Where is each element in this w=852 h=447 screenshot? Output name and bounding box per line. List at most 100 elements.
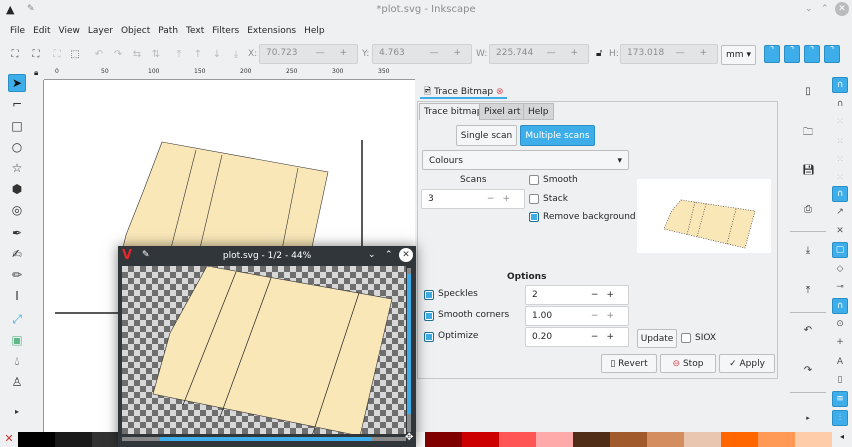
color-swatch[interactable] [18, 432, 55, 447]
rectangle-tool-icon[interactable]: □ [9, 118, 25, 134]
selector-tool-icon[interactable]: ➤ [8, 74, 26, 92]
menu-text[interactable]: Text [182, 20, 208, 42]
snap-bbox-midpoint-icon[interactable]: ⁙ [832, 153, 848, 169]
color-swatch[interactable] [425, 432, 462, 447]
lower-bottom-icon[interactable]: ⤓ [229, 49, 243, 61]
snap-bbox-corner-icon[interactable]: ⁙ [832, 135, 848, 151]
snap-cusp-icon[interactable]: ▢ [832, 242, 848, 258]
snap-path-icon[interactable]: ↗ [832, 205, 848, 221]
color-swatch[interactable] [795, 432, 832, 447]
snap-bbox-center-icon[interactable]: ⁙ [832, 171, 848, 187]
more-tools-icon[interactable]: ▸ [9, 404, 25, 420]
spiral-tool-icon[interactable]: ◎ [9, 202, 25, 218]
scans-stepper[interactable]: 3 −+ [421, 189, 525, 209]
snap-others-icon[interactable]: ∩ [832, 298, 848, 314]
lower-icon[interactable]: ↓ [210, 49, 224, 61]
calligraphy-tool-icon[interactable]: ✍ [9, 246, 25, 262]
save-icon[interactable]: 💾︎ [802, 165, 815, 177]
stepper-buttons[interactable]: −+ [591, 311, 622, 321]
print-icon[interactable]: ⎙ [802, 204, 814, 216]
move-icon[interactable]: ✥ [405, 432, 413, 443]
vertical-scrollbar[interactable] [407, 268, 411, 432]
palette-menu-icon[interactable]: ◂ [832, 432, 852, 447]
menu-extensions[interactable]: Extensions [243, 20, 300, 42]
select-same-icon[interactable]: ⬚ [68, 49, 82, 61]
siox-checkbox[interactable] [681, 333, 691, 343]
node-tool-icon[interactable]: ⌐ [9, 96, 25, 112]
menu-filters[interactable]: Filters [208, 20, 243, 42]
optimize-stepper[interactable]: 0.20 −+ [525, 327, 629, 347]
menu-edit[interactable]: Edit [29, 20, 54, 42]
stepper-buttons[interactable]: −+ [591, 332, 622, 342]
color-swatch[interactable] [647, 432, 684, 447]
3d-box-tool-icon[interactable]: ⬢ [9, 181, 25, 197]
close-button[interactable]: ✕ [399, 248, 413, 262]
remove-background-checkbox[interactable] [529, 212, 539, 222]
snap-intersection-icon[interactable]: ✕ [832, 224, 848, 240]
h-stepper[interactable]: — + [676, 48, 713, 58]
guide-lock-icon[interactable]: 🔒︎ [34, 68, 44, 80]
move-patterns-button[interactable]: ⌝ [824, 45, 840, 63]
snap-rotation-center-icon[interactable]: + [832, 335, 848, 351]
snap-center-icon[interactable]: ⊙ [832, 317, 848, 333]
select-all-icon[interactable]: ⛶ [8, 49, 22, 61]
import-icon[interactable]: ⤓ [802, 245, 814, 257]
star-tool-icon[interactable]: ☆ [9, 160, 25, 176]
horizontal-ruler[interactable]: 0 50 100 150 200 250 300 350 [44, 68, 415, 80]
speckles-stepper[interactable]: 2 −+ [525, 285, 629, 305]
stack-checkbox[interactable] [529, 194, 539, 204]
speckles-checkbox[interactable] [424, 290, 434, 300]
menu-file[interactable]: File [6, 20, 29, 42]
y-stepper[interactable]: — + [430, 48, 467, 58]
multiple-scans-button[interactable]: Multiple scans [520, 125, 595, 146]
raise-icon[interactable]: ↑ [191, 49, 205, 61]
snap-grid-icon[interactable]: ≡ [832, 391, 848, 407]
revert-button[interactable]: ▯ Revert [601, 354, 657, 373]
new-document-icon[interactable]: ▯ [802, 86, 814, 98]
viewer-image[interactable] [122, 266, 406, 434]
export-icon[interactable]: ⤒ [802, 285, 814, 297]
color-swatch[interactable] [499, 432, 536, 447]
rotate-ccw-icon[interactable]: ↶ [92, 49, 106, 61]
text-tool-icon[interactable]: I [9, 288, 25, 304]
w-stepper[interactable]: — + [547, 48, 584, 58]
color-swatch[interactable] [684, 432, 721, 447]
snap-bbox-icon[interactable]: ∩ [832, 97, 848, 113]
flip-h-icon[interactable]: ⇆ [130, 49, 144, 61]
unit-select[interactable]: mm ▾ [721, 45, 756, 65]
single-scan-button[interactable]: Single scan [456, 125, 517, 146]
gradient-tool-icon[interactable]: ⤢ [9, 311, 25, 327]
maximize-button[interactable]: ⌃ [385, 250, 393, 260]
close-button[interactable]: ✕ [835, 2, 849, 16]
flip-v-icon[interactable]: ⇅ [149, 49, 163, 61]
pencil-tool-icon[interactable]: ✏ [9, 267, 25, 283]
dock-tab-trace-bitmap[interactable]: 🖻︎ Trace Bitmap ⊗ [420, 84, 508, 99]
paint-bucket-tool-icon[interactable]: ♙ [9, 374, 25, 390]
move-gradients-button[interactable]: ⌝ [804, 45, 820, 63]
smooth-corners-stepper[interactable]: 1.00 −+ [525, 306, 629, 326]
snap-smooth-icon[interactable]: ◇ [832, 262, 848, 278]
scrollbar-thumb[interactable] [407, 274, 411, 414]
ellipse-tool-icon[interactable]: ○ [9, 139, 25, 155]
smooth-corners-checkbox[interactable] [424, 311, 434, 321]
menu-view[interactable]: View [55, 20, 84, 42]
pen-tool-icon[interactable]: ✒ [9, 225, 25, 241]
snap-midpoint-icon[interactable]: ⊸ [832, 280, 848, 296]
dropper-tool-icon[interactable]: 💧︎ [9, 353, 25, 369]
menu-layer[interactable]: Layer [84, 20, 117, 42]
color-swatch[interactable] [573, 432, 610, 447]
menu-path[interactable]: Path [154, 20, 182, 42]
x-stepper[interactable]: — + [316, 48, 353, 58]
color-swatch[interactable] [462, 432, 499, 447]
more-commands-icon[interactable]: ▸ [802, 414, 814, 426]
minimize-button[interactable]: ⌄ [805, 4, 813, 14]
color-swatch[interactable] [758, 432, 795, 447]
close-tab-icon[interactable]: ⊗ [496, 87, 504, 97]
no-paint-swatch[interactable]: ✕ [0, 432, 18, 447]
menu-object[interactable]: Object [117, 20, 154, 42]
maximize-button[interactable]: ⌃ [821, 4, 829, 14]
scrollbar-thumb[interactable] [160, 437, 372, 441]
open-icon[interactable]: 🗀︎ [802, 125, 814, 138]
menu-help[interactable]: Help [300, 20, 329, 42]
y-field[interactable]: 4.763 — + [372, 44, 472, 64]
